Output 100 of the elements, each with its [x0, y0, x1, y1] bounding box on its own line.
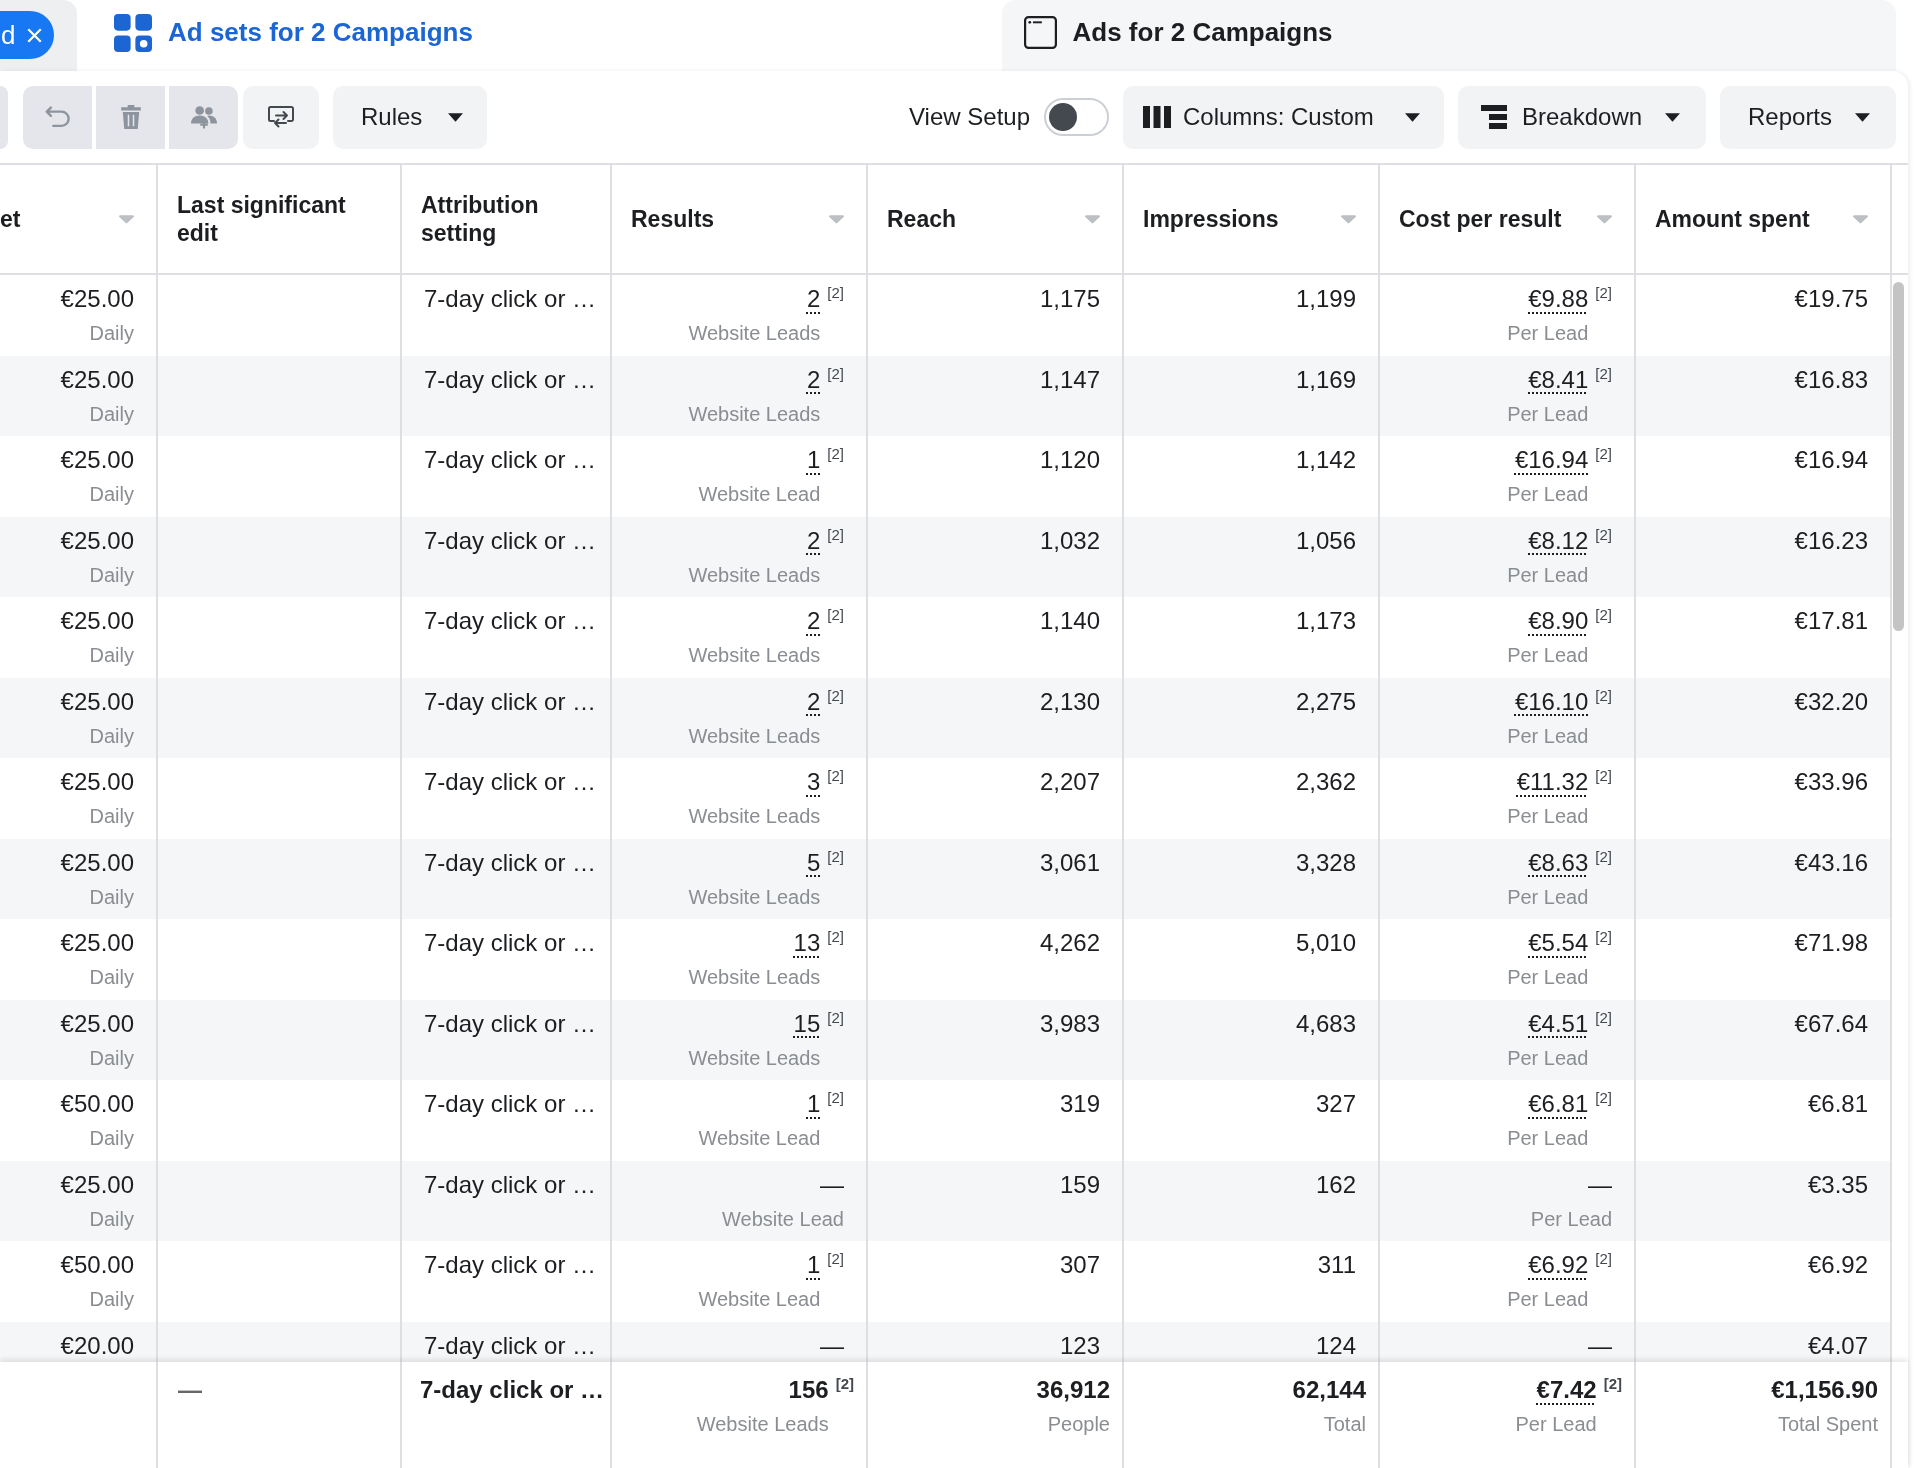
- column-header[interactable]: Results: [612, 165, 868, 273]
- reports-button[interactable]: Reports: [1720, 85, 1896, 149]
- cell-subtext: Website Lead: [698, 482, 821, 507]
- footnote-link[interactable]: [2]: [827, 606, 844, 623]
- cell-value: €25.00: [60, 525, 134, 556]
- cell-value: €33.96: [1794, 767, 1868, 797]
- cell-subtext: Per Lead: [1507, 321, 1589, 346]
- cell-value: €6.92: [1807, 1250, 1868, 1280]
- cell-value: 7-day click or …: [424, 284, 597, 314]
- cell-subtext: Per Lead: [1507, 1126, 1589, 1151]
- footnote-link[interactable]: [2]: [827, 1089, 844, 1106]
- cell-subtext: Per Lead: [1507, 723, 1589, 749]
- cell-subtext: Website Leads: [688, 401, 821, 427]
- export-button[interactable]: [243, 85, 319, 149]
- cell-subtext: Daily: [89, 884, 134, 910]
- footnote-link[interactable]: [2]: [827, 1250, 844, 1267]
- footnote-link[interactable]: [2]: [827, 364, 844, 382]
- column-header[interactable]: Impressions: [1124, 165, 1380, 273]
- cell-value: 156: [788, 1375, 829, 1405]
- cell-value: €25.00: [60, 847, 134, 878]
- columns-icon: [1143, 105, 1171, 129]
- footnote-link[interactable]: [2]: [1595, 847, 1612, 865]
- stacked-bars-icon: [1480, 105, 1508, 129]
- cell-value: €16.23: [1794, 525, 1868, 556]
- footnote-link[interactable]: [2]: [827, 445, 844, 462]
- footnote-link[interactable]: [2]: [827, 1008, 844, 1026]
- column-header[interactable]: Amount spent: [1636, 165, 1892, 273]
- footnote-link[interactable]: [2]: [1595, 686, 1612, 704]
- footnote-link[interactable]: [2]: [827, 847, 844, 865]
- cell-value: 2: [806, 525, 821, 556]
- column-header[interactable]: et: [0, 165, 158, 273]
- column-header[interactable]: Attribution setting: [402, 165, 612, 273]
- cell-subtext: Daily: [89, 804, 134, 829]
- cell-subtext: Website Lead: [698, 1126, 821, 1151]
- footnote-link[interactable]: [2]: [1595, 525, 1612, 543]
- footnote-link[interactable]: [2]: [835, 1375, 854, 1392]
- cell-value: €32.20: [1794, 686, 1868, 717]
- cell-value: €67.64: [1794, 1008, 1868, 1039]
- footnote-link[interactable]: [2]: [1595, 1089, 1612, 1106]
- cell-value: 7-day click or …: [424, 1169, 597, 1200]
- column-header[interactable]: Last significant edit: [158, 165, 402, 273]
- cell-value: 7-day click or …: [424, 525, 597, 556]
- footnote-link[interactable]: [2]: [827, 525, 844, 543]
- cell-subtext: Daily: [89, 1126, 134, 1151]
- cell-subtext: Per Lead: [1515, 1412, 1597, 1437]
- footnote-link[interactable]: [2]: [827, 928, 844, 945]
- cell-value: 1,169: [1295, 364, 1356, 395]
- footnote-link[interactable]: [2]: [1595, 445, 1612, 462]
- footnote-link[interactable]: [2]: [827, 284, 844, 301]
- cell-subtext: People: [1047, 1412, 1110, 1437]
- cell-value: 7-day click or …: [424, 1330, 597, 1361]
- cell-subtext: Per Lead: [1507, 884, 1589, 910]
- cell-value: 2: [806, 606, 821, 636]
- cell-subtext: Per Lead: [1507, 1045, 1589, 1071]
- cell-subtext: Website Leads: [688, 643, 821, 668]
- cell-subtext: Per Lead: [1507, 401, 1589, 427]
- columns-button[interactable]: Columns: Custom: [1123, 85, 1444, 149]
- column-header[interactable]: Cost per result: [1380, 165, 1636, 273]
- cell-value: 4,683: [1295, 1008, 1356, 1039]
- cell-value: 2,207: [1039, 767, 1100, 797]
- cell-value: €8.12: [1528, 525, 1589, 556]
- cell-subtext: Daily: [89, 401, 134, 427]
- cell-value: €16.10: [1514, 686, 1589, 717]
- breakdown-button[interactable]: Breakdown: [1458, 85, 1706, 149]
- footnote-link[interactable]: [2]: [1595, 606, 1612, 623]
- cell-value: €4.51: [1528, 1008, 1589, 1039]
- cell-value: 7-day click or …: [424, 686, 597, 717]
- footnote-link[interactable]: [2]: [1595, 284, 1612, 301]
- sort-caret-icon: [1341, 214, 1356, 224]
- footnote-link[interactable]: [2]: [1603, 1375, 1622, 1392]
- footnote-link[interactable]: [2]: [827, 686, 844, 704]
- close-icon[interactable]: [27, 27, 43, 43]
- tab[interactable]: d: [0, 0, 77, 71]
- toggle-switch[interactable]: [1044, 98, 1109, 136]
- cell-value: €7.42: [1536, 1375, 1597, 1405]
- cell-value: €25.00: [60, 364, 134, 395]
- footnote-link[interactable]: [2]: [1595, 1250, 1612, 1267]
- cell-value: €25.00: [60, 284, 134, 314]
- footnote-link[interactable]: [2]: [827, 767, 844, 784]
- tab[interactable]: Ads for 2 Campaigns: [1001, 0, 1896, 71]
- sort-caret-icon: [1085, 214, 1100, 224]
- cell-value: 3,983: [1039, 1008, 1100, 1039]
- footnote-link[interactable]: [2]: [1595, 928, 1612, 945]
- cell-value: 62,144: [1292, 1375, 1366, 1405]
- cell-subtext: Per Lead: [1507, 965, 1589, 990]
- cell-value: 1,175: [1039, 284, 1100, 314]
- footnote-link[interactable]: [2]: [1595, 767, 1612, 784]
- cell-value: 3: [806, 767, 821, 797]
- footnote-link[interactable]: [2]: [1595, 364, 1612, 382]
- cell-value: 7-day click or …: [424, 364, 597, 395]
- cell-value: €50.00: [60, 1089, 134, 1119]
- undo-icon: [44, 105, 71, 129]
- cell-subtext: Per Lead: [1507, 804, 1589, 829]
- footnote-link[interactable]: [2]: [1595, 1008, 1612, 1026]
- cell-value: €17.81: [1794, 606, 1868, 636]
- scrollbar-thumb[interactable]: [1893, 282, 1904, 631]
- filter-chip[interactable]: d: [0, 11, 55, 59]
- column-header[interactable]: Reach: [868, 165, 1124, 273]
- rules-button[interactable]: Rules: [333, 85, 488, 149]
- cell-subtext: Per Lead: [1530, 1206, 1612, 1232]
